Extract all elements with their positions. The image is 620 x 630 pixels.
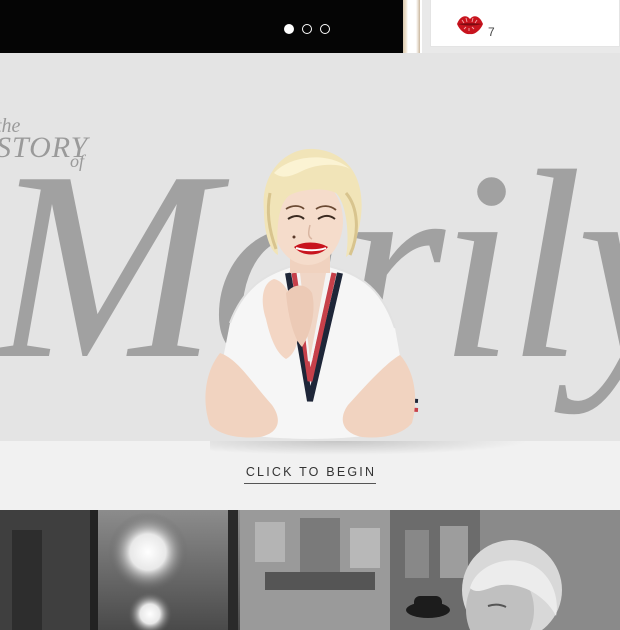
slider-dots [284,24,330,34]
hero-banner[interactable]: the STORY of Marilyn [0,53,620,441]
portrait-figure [205,148,419,439]
slider-dot-1[interactable] [284,24,294,34]
photo-frame-edge [403,0,420,53]
slider-dot-3[interactable] [320,24,330,34]
click-to-begin-link[interactable]: CLICK TO BEGIN [0,465,620,484]
figure-shadow [210,441,530,455]
click-to-begin-label[interactable]: CLICK TO BEGIN [243,465,377,484]
like-card: 7 [420,0,620,53]
slider-dot-2[interactable] [302,24,312,34]
lips-kiss-icon[interactable] [455,12,485,38]
top-slider [0,0,403,53]
like-card-body: 7 [430,0,620,47]
cta-band: CLICK TO BEGIN [0,441,620,510]
like-count: 7 [488,25,495,39]
street-photo [0,510,620,630]
